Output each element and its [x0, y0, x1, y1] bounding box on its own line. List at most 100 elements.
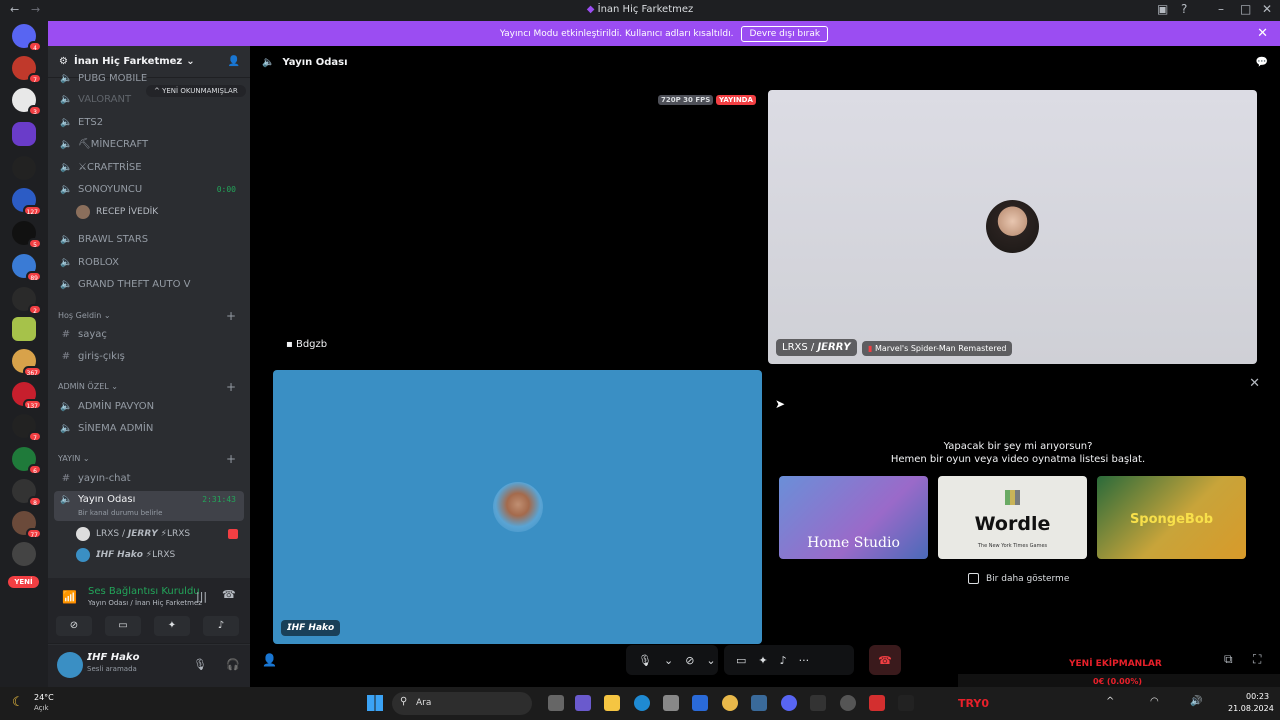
server-icon[interactable]: 6: [12, 447, 42, 475]
category-admin-ozel[interactable]: ADMİN ÖZEL ⌄ +: [58, 380, 244, 394]
headphones-icon[interactable]: 🎧: [226, 658, 240, 671]
clock-date[interactable]: 21.08.2024: [1228, 704, 1274, 713]
activity-card-wordle[interactable]: Wordle The New York Times Games: [938, 476, 1087, 559]
store-icon[interactable]: [663, 695, 679, 711]
server-icon[interactable]: 3: [12, 88, 42, 116]
file-explorer-icon[interactable]: [604, 695, 620, 711]
category-yayin[interactable]: YAYIN ⌄ +: [58, 452, 244, 466]
new-unreads-pill[interactable]: ^ YENİ OKUNMAMIŞLAR: [146, 85, 246, 97]
soundboard-button[interactable]: ♪: [203, 616, 239, 636]
clock-time[interactable]: 00:23: [1246, 692, 1269, 701]
server-icon[interactable]: 137: [12, 382, 42, 410]
stream-label[interactable]: ▪ Bdgzb: [286, 339, 327, 350]
voice-user[interactable]: RECEP İVEDİK: [76, 203, 158, 221]
steam-icon[interactable]: [751, 695, 767, 711]
mail-icon[interactable]: [692, 695, 708, 711]
edge-icon[interactable]: [634, 695, 650, 711]
app-icon[interactable]: [869, 695, 885, 711]
participant-tile-hako[interactable]: 𝙄𝙃𝙁 𝙃𝙖𝙠𝙤: [273, 370, 762, 644]
avatar[interactable]: [57, 652, 83, 678]
invite-user-icon[interactable]: 👤: [262, 653, 277, 667]
screen-share-button[interactable]: ▭: [105, 616, 141, 636]
add-member-icon[interactable]: 👤: [228, 56, 240, 67]
volume-icon[interactable]: 🔊: [1190, 696, 1202, 707]
voice-channel[interactable]: 🔈 GRAND THEFT AUTO V: [54, 275, 244, 294]
camera-off-button[interactable]: ⊘: [56, 616, 92, 636]
add-channel-icon[interactable]: +: [226, 380, 236, 394]
server-icon[interactable]: 367: [12, 349, 42, 377]
server-icon[interactable]: 8: [12, 479, 42, 507]
text-channel[interactable]: # giriş-çıkış: [54, 347, 244, 366]
add-channel-icon[interactable]: +: [226, 452, 236, 466]
checkbox-icon[interactable]: [968, 573, 979, 584]
server-icon[interactable]: 127: [12, 188, 42, 216]
voice-channel[interactable]: 🔈 SONOYUNCU 0:00: [54, 180, 244, 199]
disable-streamer-mode-button[interactable]: Devre dışı bırak: [741, 25, 829, 42]
voice-channel[interactable]: 🔈 ⛏MİNECRAFT: [54, 135, 244, 154]
chevron-down-icon[interactable]: ⌄: [664, 654, 673, 667]
username[interactable]: 𝙄𝙃𝙁 𝙃𝙖𝙠𝙤: [87, 652, 139, 663]
participant-tile-jerry[interactable]: LRXS / 𝙅𝙀𝙍𝙍𝙔 ▮ Marvel's Spider-Man Remas…: [768, 90, 1257, 364]
camera-off-icon[interactable]: ⊘: [685, 654, 694, 667]
server-icon[interactable]: 5: [12, 221, 42, 249]
close-icon[interactable]: ✕: [1249, 376, 1260, 391]
help-icon[interactable]: ?: [1181, 2, 1187, 16]
server-icon[interactable]: [12, 317, 36, 341]
text-channel[interactable]: # sayaç: [54, 325, 244, 344]
category-hos-geldin[interactable]: Hoş Geldin ⌄ +: [58, 309, 244, 323]
voice-channel[interactable]: 🔈 BRAWL STARS: [54, 230, 244, 249]
taskbar-search[interactable]: ⚲ Ara: [392, 692, 532, 715]
voice-channel-active[interactable]: 🔈 Yayın Odası 2:31:43 Bir kanal durumu be…: [54, 491, 244, 521]
server-icon[interactable]: [12, 542, 36, 566]
app-icon[interactable]: [840, 695, 856, 711]
server-icon[interactable]: 77: [12, 511, 42, 539]
screen-share-icon[interactable]: ▭: [736, 654, 746, 667]
voice-channel[interactable]: 🔈 ADMİN PAVYON: [54, 397, 244, 416]
server-icon[interactable]: 2: [12, 287, 42, 315]
task-view-icon[interactable]: [548, 695, 564, 711]
activity-card-spongebob[interactable]: SpongeBob: [1097, 476, 1246, 559]
server-icon[interactable]: 7: [12, 56, 42, 84]
voice-user[interactable]: 𝙄𝙃𝙁 𝙃𝙖𝙠𝙤 ⚡LRXS: [76, 546, 175, 564]
chat-bubble-icon[interactable]: 💬: [1256, 57, 1268, 68]
more-options-icon[interactable]: ···: [799, 654, 810, 667]
server-icon[interactable]: 89: [12, 254, 42, 282]
soundboard-wave-icon[interactable]: |||: [196, 590, 207, 603]
server-icon[interactable]: 7: [12, 414, 42, 442]
voice-channel[interactable]: 🔈 ⚔CRAFTRİSE: [54, 158, 244, 177]
add-channel-icon[interactable]: +: [226, 309, 236, 323]
windows-start-icon[interactable]: [367, 695, 383, 711]
text-channel[interactable]: # yayın-chat: [54, 469, 244, 488]
inbox-icon[interactable]: ▣: [1157, 2, 1168, 16]
soundboard-icon[interactable]: ♪: [780, 654, 787, 667]
app-icon[interactable]: [575, 695, 591, 711]
microphone-icon[interactable]: 🎙: [193, 658, 207, 671]
voice-channel[interactable]: 🔈 SİNEMA ADMİN: [54, 419, 244, 438]
discord-home-icon[interactable]: 4: [12, 24, 42, 52]
maximize-icon[interactable]: □: [1240, 2, 1251, 16]
leave-call-button[interactable]: ☎: [869, 645, 901, 675]
app-icon[interactable]: [898, 695, 914, 711]
weather-temp[interactable]: 24°C: [34, 693, 54, 702]
new-unreads-badge[interactable]: YENİ: [8, 576, 39, 588]
minimize-icon[interactable]: –: [1218, 2, 1224, 16]
activity-card-home-studio[interactable]: Home Studio: [779, 476, 928, 559]
discord-icon[interactable]: [781, 695, 797, 711]
close-banner-icon[interactable]: ✕: [1257, 26, 1268, 41]
server-icon-active[interactable]: [12, 122, 36, 146]
wifi-icon[interactable]: ◠: [1150, 696, 1159, 707]
dont-show-again-checkbox[interactable]: Bir daha gösterme: [968, 573, 1069, 584]
voice-channel[interactable]: 🔈 PUBG MOBILE: [54, 72, 244, 84]
disconnect-icon[interactable]: ☎: [222, 588, 236, 601]
voice-status[interactable]: Ses Bağlantısı Kuruldu: [88, 586, 200, 597]
activities-button[interactable]: ✦: [154, 616, 190, 636]
app-icon[interactable]: [810, 695, 826, 711]
tray-chevron-up-icon[interactable]: ^: [1106, 696, 1114, 707]
close-window-icon[interactable]: ✕: [1262, 2, 1272, 16]
microphone-icon[interactable]: 🎙: [638, 654, 652, 667]
server-icon[interactable]: [12, 156, 36, 180]
channel-status[interactable]: Bir kanal durumu belirle: [78, 509, 162, 517]
voice-user[interactable]: LRXS / 𝙅𝙀𝙍𝙍𝙔 ⚡LRXS: [76, 525, 190, 543]
chevron-down-icon[interactable]: ⌄: [706, 654, 715, 667]
chrome-icon[interactable]: [722, 695, 738, 711]
